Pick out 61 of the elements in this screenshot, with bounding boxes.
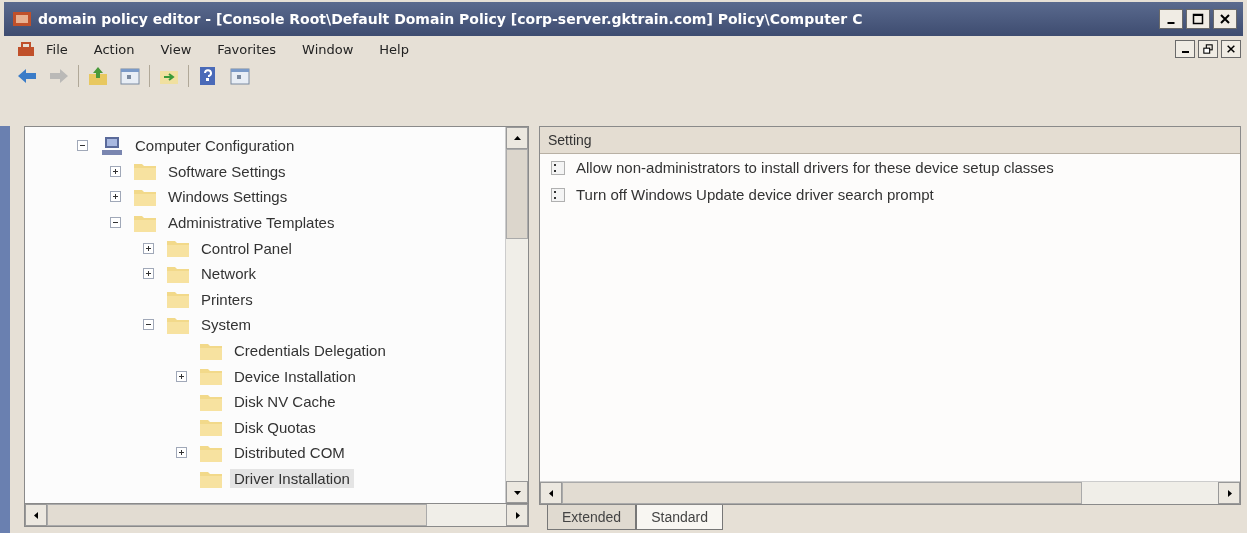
scroll-left-icon[interactable]: [31, 510, 41, 520]
scrollbar-thumb[interactable]: [506, 149, 528, 239]
tree-item[interactable]: Disk Quotas: [230, 417, 320, 437]
menu-item[interactable]: Window: [302, 41, 354, 57]
tree-item[interactable]: Computer Configuration: [131, 136, 299, 156]
tree-item[interactable]: Credentials Delegation: [230, 341, 390, 361]
tree-item[interactable]: Driver Installation: [230, 469, 354, 488]
menu-item[interactable]: Action: [93, 41, 135, 57]
restore-icon: [1203, 44, 1213, 54]
minimize-icon: [1167, 22, 1175, 24]
minimize-icon: [1181, 51, 1189, 53]
maximize-button[interactable]: [1186, 9, 1210, 29]
collapse-icon[interactable]: [77, 140, 88, 152]
minimize-button[interactable]: [1159, 9, 1183, 29]
horizontal-scrollbar[interactable]: [24, 504, 529, 527]
close-button[interactable]: [1213, 9, 1237, 29]
expand-icon[interactable]: [110, 165, 121, 177]
scroll-left-icon[interactable]: [546, 488, 556, 498]
expand-icon[interactable]: [143, 242, 154, 254]
column-header[interactable]: Setting: [540, 127, 1240, 153]
menu-item[interactable]: Favorites: [217, 41, 277, 57]
menu-item[interactable]: File: [46, 41, 68, 57]
expand-icon[interactable]: [143, 268, 154, 280]
policy-setting[interactable]: Allow non-administrators to install drivers for these device setup classes: [576, 159, 1054, 176]
collapse-icon[interactable]: [110, 217, 121, 229]
tree-item[interactable]: Distributed COM: [230, 443, 349, 463]
policy-icon: [550, 159, 566, 176]
close-icon: [1219, 13, 1231, 25]
close-button[interactable]: [1221, 40, 1241, 58]
computer-icon: [99, 134, 125, 157]
toolbox-icon: [16, 39, 36, 59]
tree-item[interactable]: Network: [197, 264, 260, 284]
tree-item[interactable]: Disk NV Cache: [230, 392, 340, 412]
restore-button[interactable]: [1198, 40, 1218, 58]
horizontal-scrollbar[interactable]: [540, 481, 1240, 504]
tree-item[interactable]: Printers: [197, 289, 257, 309]
minimize-button[interactable]: [1175, 40, 1195, 58]
scrollbar-thumb[interactable]: [47, 504, 427, 526]
tree-item[interactable]: System: [197, 315, 255, 335]
close-icon: [1226, 44, 1236, 54]
collapse-icon[interactable]: [143, 319, 154, 331]
vertical-scrollbar[interactable]: [505, 127, 528, 503]
tree-item[interactable]: Software Settings: [164, 161, 290, 181]
scroll-up-icon[interactable]: [512, 133, 522, 143]
app-icon: [12, 9, 32, 29]
tree-item[interactable]: Administrative Templates: [164, 213, 339, 233]
tree-item[interactable]: Windows Settings: [164, 187, 292, 207]
view-tab[interactable]: Extended: [547, 505, 637, 530]
expand-icon[interactable]: [176, 447, 187, 459]
tree-item[interactable]: Control Panel: [197, 238, 296, 258]
expand-icon[interactable]: [176, 370, 187, 382]
scrollbar-thumb[interactable]: [562, 482, 1082, 504]
policy-icon: [550, 186, 566, 203]
tree-item[interactable]: Device Installation: [230, 366, 360, 386]
view-tab[interactable]: Standard: [636, 505, 723, 530]
maximize-icon: [1192, 13, 1204, 25]
policy-setting[interactable]: Turn off Windows Update device driver search prompt: [576, 186, 934, 203]
menu-item[interactable]: View: [160, 41, 192, 57]
expand-icon[interactable]: [110, 191, 121, 203]
window-title: domain policy editor - [Console Root\Default Domain Policy [corp-server.gktrain.com] Policy\Computer C: [38, 11, 864, 27]
menu-item[interactable]: Help: [379, 41, 409, 57]
